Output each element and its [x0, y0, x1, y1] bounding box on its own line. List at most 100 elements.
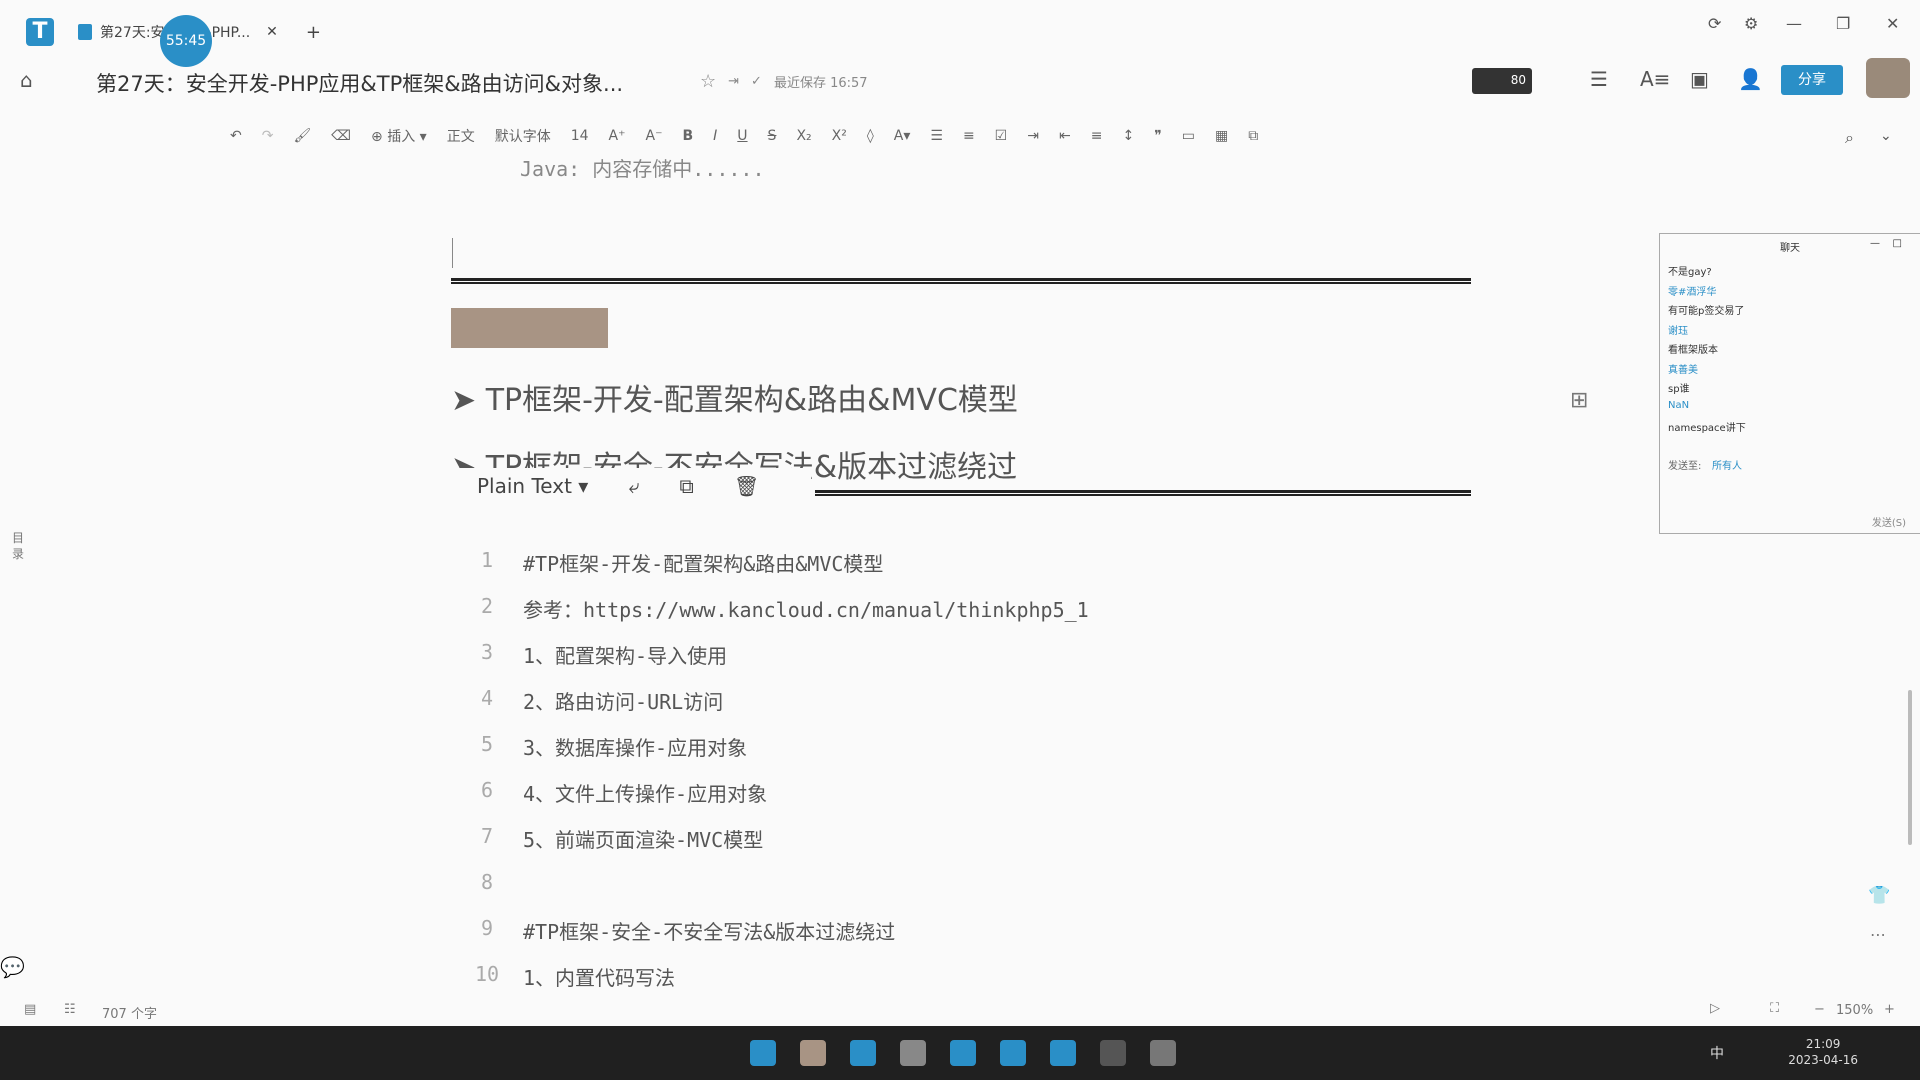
- numbered-list-icon[interactable]: ≡: [963, 128, 975, 144]
- close-tab-icon[interactable]: ✕: [266, 24, 278, 40]
- language-select[interactable]: Plain Text ▾: [477, 474, 588, 498]
- bold-button[interactable]: B: [682, 128, 693, 144]
- toc-toggle[interactable]: 目录: [12, 530, 26, 562]
- underline-button[interactable]: U: [737, 128, 747, 144]
- wrap-icon[interactable]: ⤶: [628, 474, 639, 498]
- subscript-icon[interactable]: X₂: [796, 128, 811, 144]
- code-line[interactable]: 4 2、路由访问-URL访问: [451, 686, 723, 715]
- send-to-select[interactable]: 所有人: [1712, 457, 1742, 472]
- quote-icon[interactable]: ❞: [1154, 128, 1162, 144]
- menu-icon[interactable]: ☰: [1590, 67, 1608, 91]
- insert-label: 插入: [387, 129, 416, 145]
- font-select[interactable]: 默认字体: [495, 126, 551, 146]
- screenshot-app-icon[interactable]: [1150, 1040, 1176, 1066]
- code-line[interactable]: 8: [451, 870, 523, 894]
- outdent-icon[interactable]: ⇤: [1059, 128, 1071, 144]
- close-button[interactable]: ✕: [1886, 14, 1899, 33]
- scrollbar[interactable]: [1908, 690, 1912, 845]
- outline-icon[interactable]: ▤: [24, 1002, 36, 1017]
- fullscreen-icon[interactable]: ⛶: [1770, 1001, 1779, 1016]
- start-icon[interactable]: [750, 1040, 776, 1066]
- code-line[interactable]: 9 #TP框架-安全-不安全写法&版本过滤绕过: [451, 916, 895, 945]
- search-icon[interactable]: ⌕: [1845, 128, 1854, 148]
- code-line[interactable]: 2 参考：https://www.kancloud.cn/manual/think…: [451, 594, 1089, 623]
- move-icon[interactable]: ⇥: [728, 74, 739, 89]
- document-title[interactable]: 第27天：安全开发-PHP应用&TP框架&路由访问&对象...: [96, 68, 623, 98]
- sync-icon[interactable]: ⟳: [1708, 14, 1721, 33]
- skin-icon[interactable]: 👕: [1868, 885, 1890, 906]
- italic-button[interactable]: I: [713, 128, 717, 144]
- code-line[interactable]: 5 3、数据库操作-应用对象: [451, 732, 747, 761]
- user-permission-icon[interactable]: 👤: [1738, 67, 1763, 91]
- code-line[interactable]: 10 1、内置代码写法: [451, 962, 675, 991]
- superscript-icon[interactable]: X²: [832, 128, 847, 144]
- heading-1-text: TP框架-开发-配置架构&路由&MVC模型: [485, 383, 1018, 418]
- chat-panel: 聊天 — □ 不是gay? 零#酒浮华 有可能p签交易了 谢珏 看框架版本 真善美 sp谁 N…: [1659, 233, 1920, 534]
- table-icon[interactable]: ▦: [1215, 128, 1228, 144]
- play-icon[interactable]: ▷: [1710, 1001, 1720, 1016]
- checkbox-icon[interactable]: ☑: [995, 128, 1008, 144]
- delete-icon[interactable]: 🗑: [734, 474, 759, 498]
- line-spacing-icon[interactable]: ↕: [1122, 128, 1134, 144]
- code-line[interactable]: 1 #TP框架-开发-配置架构&路由&MVC模型: [451, 548, 883, 577]
- indent-icon[interactable]: ⇥: [1027, 128, 1039, 144]
- browser-app-icon[interactable]: [1100, 1040, 1126, 1066]
- avatar[interactable]: [1866, 58, 1910, 98]
- zoom-level[interactable]: 150%: [1836, 1003, 1873, 1018]
- code-text: 3、数据库操作-应用对象: [523, 736, 748, 760]
- previous-line: Java: 内容存储中......: [520, 157, 765, 181]
- redo-icon[interactable]: ↷: [262, 128, 274, 144]
- plugin-icon[interactable]: ⧉: [1248, 128, 1258, 144]
- image-block[interactable]: [451, 308, 608, 348]
- code-line[interactable]: 3 1、配置架构-导入使用: [451, 640, 727, 669]
- star-icon[interactable]: ☆: [700, 71, 716, 92]
- send-button[interactable]: 发送(S): [1872, 514, 1906, 529]
- format-painter-icon[interactable]: 🖌: [293, 128, 311, 144]
- copy-icon[interactable]: ⧉: [680, 474, 694, 498]
- presentation-icon[interactable]: ▣: [1690, 67, 1709, 91]
- chat-message: 真善美: [1668, 364, 1698, 376]
- restore-button[interactable]: ❐: [1836, 14, 1850, 33]
- eraser-icon[interactable]: ⌫: [331, 128, 351, 144]
- font-color-icon[interactable]: A▾: [894, 128, 911, 144]
- chrome-icon[interactable]: [900, 1040, 926, 1066]
- word-count[interactable]: 707 个字: [102, 1003, 157, 1022]
- highlight-icon[interactable]: ◊: [867, 128, 874, 144]
- code-line[interactable]: 6 4、文件上传操作-应用对象: [451, 778, 767, 807]
- clock[interactable]: 21:09 2023-04-16: [1788, 1036, 1858, 1068]
- insert-button[interactable]: ⊕ 插入 ▾: [371, 126, 427, 146]
- home-icon[interactable]: ⌂: [20, 68, 33, 92]
- chat-minimize[interactable]: —: [1870, 238, 1880, 249]
- style-select[interactable]: 正文: [447, 126, 475, 146]
- zoom-in-button[interactable]: +: [1884, 1002, 1895, 1017]
- p-app-icon[interactable]: [1000, 1040, 1026, 1066]
- page-view-icon[interactable]: ☷: [64, 1002, 76, 1017]
- add-comment-icon[interactable]: ⊞: [1570, 388, 1588, 413]
- minimize-button[interactable]: —: [1786, 14, 1802, 33]
- settings-icon[interactable]: ⚙: [1744, 14, 1758, 33]
- app-logo[interactable]: T: [26, 18, 54, 46]
- code-block-icon[interactable]: ▭: [1182, 128, 1195, 144]
- code-line[interactable]: 7 5、前端页面渲染-MVC模型: [451, 824, 763, 853]
- new-tab-icon[interactable]: +: [306, 22, 321, 43]
- zoom-out-button[interactable]: −: [1814, 1002, 1825, 1017]
- file-explorer-icon[interactable]: [800, 1040, 826, 1066]
- undo-icon[interactable]: ↶: [230, 128, 242, 144]
- text-format-icon[interactable]: A≡: [1640, 67, 1670, 91]
- comment-icon[interactable]: 💬: [0, 955, 25, 979]
- docs-app-icon[interactable]: [950, 1040, 976, 1066]
- collaborators-avatars[interactable]: 80: [1472, 68, 1532, 94]
- chat-maximize[interactable]: □: [1893, 238, 1902, 249]
- strikethrough-icon[interactable]: S: [768, 128, 777, 144]
- collapse-toolbar-icon[interactable]: ⌄: [1880, 128, 1892, 144]
- photos-app-icon[interactable]: [1050, 1040, 1076, 1066]
- more-icon[interactable]: ⋯: [1870, 925, 1886, 944]
- font-increase-icon[interactable]: A⁺: [609, 128, 626, 144]
- share-button[interactable]: 分享: [1781, 65, 1843, 95]
- bullet-list-icon[interactable]: ☰: [930, 128, 943, 144]
- edge-icon[interactable]: [850, 1040, 876, 1066]
- font-decrease-icon[interactable]: A⁻: [646, 128, 663, 144]
- ime-indicator[interactable]: 中: [1710, 1043, 1724, 1063]
- size-select[interactable]: 14: [571, 128, 589, 144]
- align-icon[interactable]: ≡: [1091, 128, 1103, 144]
